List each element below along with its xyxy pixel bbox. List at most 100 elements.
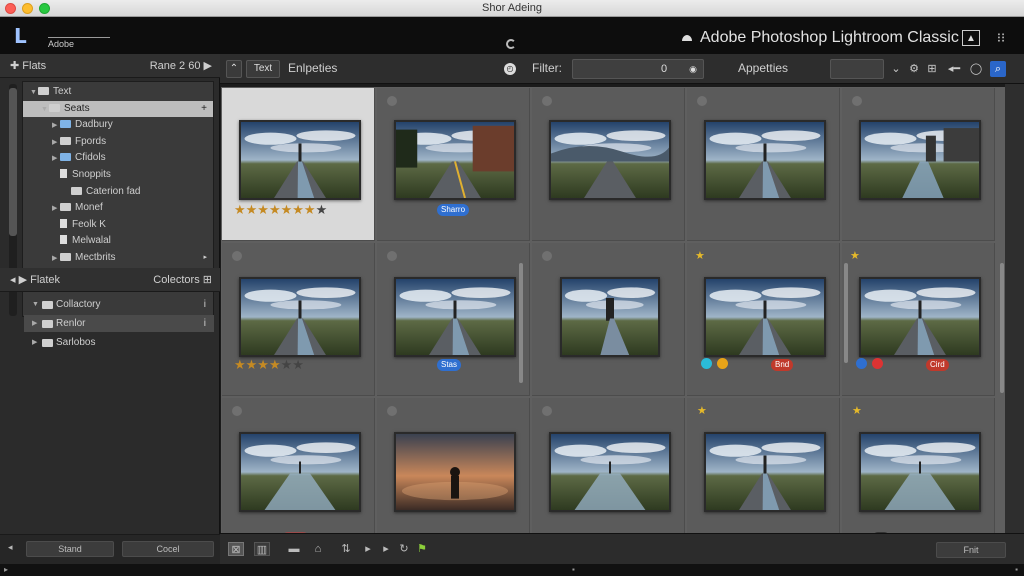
- add-folder-icon[interactable]: ✚: [10, 60, 22, 72]
- caret-down-icon[interactable]: ▼: [30, 85, 38, 101]
- more-icon[interactable]: ▸: [203, 250, 207, 266]
- pick-flag-icon[interactable]: ★: [852, 406, 862, 417]
- caret-down-icon[interactable]: ▼: [41, 102, 49, 118]
- settings-icon[interactable]: ⚙: [906, 61, 922, 77]
- chevron-down-icon[interactable]: ⌄: [888, 61, 904, 77]
- status-left-icon[interactable]: ▸: [4, 565, 8, 574]
- folder-tree-item[interactable]: ▶ Cfidols: [23, 150, 213, 166]
- slider-icon[interactable]: ◂━: [942, 61, 966, 77]
- photo-thumbnail[interactable]: [858, 277, 981, 357]
- photo-thumbnail[interactable]: [238, 277, 361, 357]
- photo-thumbnail[interactable]: [858, 432, 981, 512]
- caret-right-icon[interactable]: ▶: [32, 315, 40, 332]
- photo-cell[interactable]: Stas: [377, 243, 530, 396]
- status-center-icon[interactable]: ▪: [572, 565, 575, 574]
- pick-flag-icon[interactable]: [387, 406, 397, 416]
- compare-icon[interactable]: ◯: [968, 61, 984, 77]
- caret-right-icon[interactable]: ▶: [52, 135, 60, 151]
- color-label-dot[interactable]: [856, 358, 867, 369]
- entities-label[interactable]: Enlpeties: [288, 61, 337, 75]
- color-label-dot[interactable]: [701, 358, 712, 369]
- help-icon[interactable]: ⁝⁝: [992, 30, 1010, 46]
- apperties-label[interactable]: Appetties: [738, 61, 788, 75]
- photo-cell[interactable]: ★★★★★★: [222, 243, 375, 396]
- photo-cell[interactable]: ★ Bnd: [687, 243, 840, 396]
- panel-toggle-icon[interactable]: ◂: [8, 542, 13, 553]
- pick-flag-icon[interactable]: ★: [697, 406, 707, 417]
- rotate-icon[interactable]: ↻: [396, 542, 412, 556]
- pick-flag-icon[interactable]: [542, 96, 552, 106]
- pick-flag-icon[interactable]: [387, 96, 397, 106]
- activity-spinner-icon[interactable]: [506, 39, 516, 49]
- grid-scrollbar[interactable]: [844, 263, 848, 363]
- photo-cell[interactable]: ★★★★★★★★: [222, 88, 375, 241]
- folder-tree-item[interactable]: ▶ Monef: [23, 200, 213, 216]
- photo-thumbnail[interactable]: [703, 432, 826, 512]
- pick-flag-icon[interactable]: [697, 96, 707, 106]
- caret-right-icon[interactable]: ▶: [52, 201, 60, 217]
- photo-cell[interactable]: Dnolt: [222, 398, 375, 551]
- loupe-mode-icon[interactable]: ▥: [254, 542, 270, 556]
- stand-button[interactable]: Stand: [26, 541, 114, 557]
- photo-cell[interactable]: [532, 243, 685, 396]
- color-label-dot[interactable]: [717, 358, 728, 369]
- sort-field[interactable]: [830, 59, 884, 79]
- photo-thumbnail[interactable]: [238, 432, 361, 512]
- photo-cell[interactable]: [842, 88, 995, 241]
- folder-tree-item[interactable]: Feolk K: [23, 217, 213, 233]
- cocel-button[interactable]: Cocel: [122, 541, 214, 557]
- caret-right-icon[interactable]: ▶: [32, 334, 40, 351]
- collapse-up-icon[interactable]: ⌃: [226, 60, 242, 78]
- clock-icon[interactable]: ◴: [504, 63, 516, 75]
- folders-panel-header[interactable]: ✚ Flats Rane 2 60 ▶: [0, 54, 220, 78]
- next-icon[interactable]: ▸: [378, 542, 394, 556]
- folder-tree-item[interactable]: Caterion fad: [23, 184, 213, 200]
- photo-cell[interactable]: Sharro: [377, 88, 530, 241]
- caret-right-icon[interactable]: ▶: [52, 251, 60, 267]
- collections-menu-icon[interactable]: ⊞: [203, 274, 212, 286]
- photo-thumbnail[interactable]: [548, 432, 671, 512]
- photo-cell[interactable]: ★Ok: [842, 398, 995, 551]
- collection-item[interactable]: ▶ Renlor i: [24, 315, 214, 332]
- status-right-icon[interactable]: ▪: [1015, 565, 1018, 574]
- photo-thumbnail[interactable]: [858, 120, 981, 200]
- caret-right-icon[interactable]: ▶: [52, 151, 60, 167]
- filter-dropdown-icon[interactable]: ◉: [689, 60, 697, 78]
- pick-flag-icon[interactable]: [542, 406, 552, 416]
- photo-thumbnail[interactable]: [703, 277, 826, 357]
- photo-thumbnail[interactable]: [559, 277, 660, 357]
- filter-input[interactable]: 0 ◉: [572, 59, 704, 79]
- photo-thumbnail[interactable]: [393, 277, 516, 357]
- add-icon[interactable]: +: [201, 101, 207, 117]
- import-icon[interactable]: ⌂: [310, 542, 326, 556]
- caret-right-icon[interactable]: ▶: [52, 118, 60, 134]
- pick-flag-icon[interactable]: [852, 96, 862, 106]
- expand-icon[interactable]: ▶: [204, 60, 212, 72]
- grid-scrollbar[interactable]: [519, 263, 523, 383]
- color-label-dot[interactable]: [872, 358, 883, 369]
- folder-tree-item[interactable]: ▼ Seats +: [23, 100, 213, 118]
- star-rating[interactable]: ★★★★★★★★: [234, 203, 327, 218]
- photo-cell[interactable]: ★: [687, 398, 840, 551]
- pick-flag-icon[interactable]: [387, 251, 397, 261]
- photo-thumbnail[interactable]: [238, 120, 361, 200]
- folder-tree-item[interactable]: ▶ Dadbury: [23, 117, 213, 133]
- pick-flag-icon[interactable]: [542, 251, 552, 261]
- folder-icon[interactable]: ▬: [286, 542, 302, 556]
- sort-icon[interactable]: ⇅: [338, 542, 354, 556]
- photo-cell[interactable]: [687, 88, 840, 241]
- folder-tree-item[interactable]: Melwalal: [23, 233, 213, 249]
- collection-item[interactable]: ▼ Collactory i: [24, 296, 214, 313]
- text-filter-button[interactable]: Text: [246, 60, 280, 78]
- folder-tree-item[interactable]: ▼ Text: [23, 84, 213, 100]
- photo-cell[interactable]: [377, 398, 530, 551]
- collapse-icon[interactable]: ◂ ▶: [10, 274, 30, 286]
- collections-panel-header[interactable]: ◂ ▶ Flatek Colectors ⊞: [0, 268, 220, 292]
- photo-cell[interactable]: ★ Cird: [842, 243, 995, 396]
- folder-tree-item[interactable]: Snoppits: [23, 167, 213, 183]
- photo-cell[interactable]: [532, 88, 685, 241]
- photo-thumbnail[interactable]: [393, 432, 516, 512]
- upload-icon[interactable]: ▲: [962, 30, 980, 46]
- play-icon[interactable]: ▸: [360, 542, 376, 556]
- photo-thumbnail[interactable]: [393, 120, 516, 200]
